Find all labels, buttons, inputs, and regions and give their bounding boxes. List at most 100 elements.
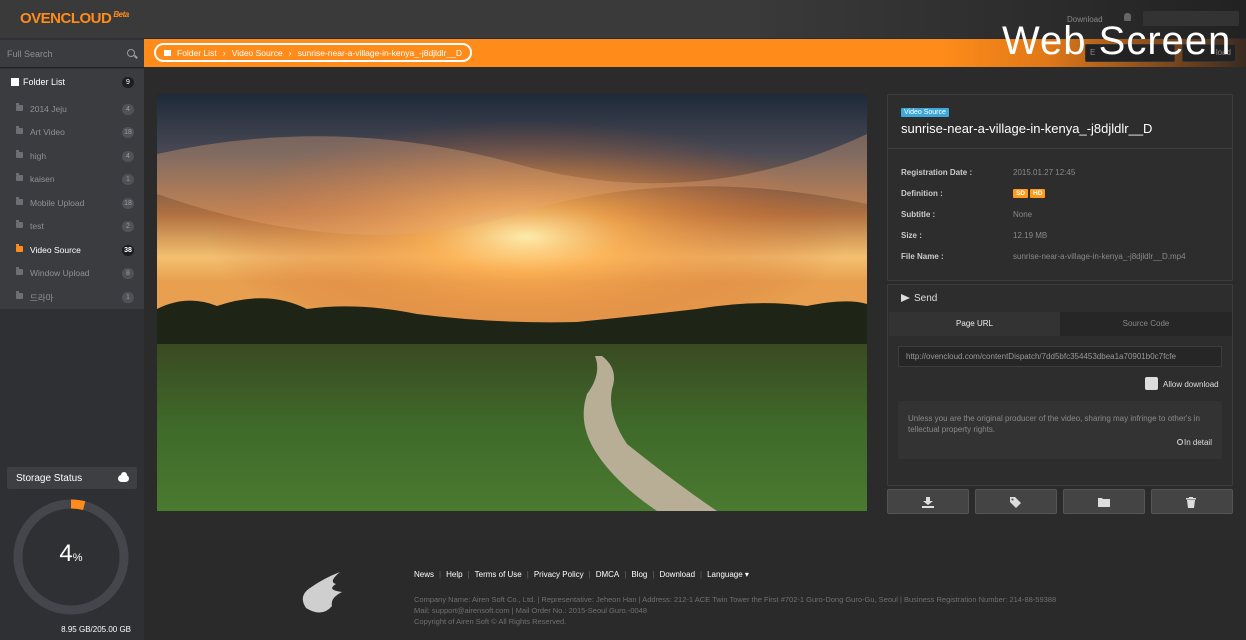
folder-icon [16, 197, 23, 205]
breadcrumb-folder-list[interactable]: Folder List [177, 48, 217, 58]
storage-title: Storage Status [16, 473, 83, 484]
app-logo[interactable]: OVENCLOUD Beta [20, 10, 129, 27]
home-icon [164, 49, 171, 56]
footer-separator: | [439, 570, 442, 579]
folder-count: 18 [122, 127, 134, 138]
folder-icon [16, 267, 23, 275]
oven-flame-logo-icon [302, 572, 342, 613]
footer-link-news[interactable]: News [414, 570, 434, 579]
meta-key-size: Size : [901, 231, 922, 240]
footer-link-dmca[interactable]: DMCA [596, 570, 620, 579]
folder-icon [16, 244, 23, 252]
footer-separator: | [652, 570, 655, 579]
folder-count: 8 [122, 268, 134, 279]
download-icon [922, 497, 934, 511]
sidebar-item-high[interactable]: high 4 [0, 144, 144, 167]
video-info-panel: Video Source sunrise-near-a-village-in-k… [887, 94, 1233, 281]
definition-sd-badge: SD [1013, 189, 1029, 198]
tab-source-code[interactable]: Source Code [1060, 312, 1232, 336]
allow-download-checkbox[interactable] [1145, 377, 1158, 390]
send-header: Send [901, 293, 937, 304]
folder-count: 1 [122, 292, 134, 303]
search-placeholder: Full Search [7, 49, 53, 59]
sidebar-item-drama[interactable]: 드라마 1 [0, 285, 144, 308]
folder-icon [16, 150, 23, 158]
breadcrumb-separator: › [288, 47, 292, 58]
sidebar-item-kaisen[interactable]: kaisen 1 [0, 167, 144, 190]
move-folder-button[interactable] [1063, 489, 1145, 514]
breadcrumb-current[interactable]: sunrise-near-a-village-in-kenya_-j8djldl… [298, 48, 462, 58]
delete-button[interactable] [1151, 489, 1233, 514]
storage-percent-unit: % [72, 552, 83, 564]
folder-label: high [30, 151, 47, 161]
cloud-upload-icon[interactable] [118, 472, 129, 482]
video-source-badge: Video Source [901, 108, 949, 117]
footer-separator: | [526, 570, 529, 579]
footer-link-terms[interactable]: Terms of Use [475, 570, 522, 579]
folder-label: 드라마 [30, 293, 54, 303]
folder-count: 2 [122, 221, 134, 232]
folder-label: test [30, 221, 44, 231]
footer-link-blog[interactable]: Blog [631, 570, 647, 579]
folder-count: 18 [122, 198, 134, 209]
storage-percent: 4% [12, 540, 130, 568]
folder-count: 1 [122, 174, 134, 185]
meta-value-size: 12.19 MB [1013, 231, 1048, 240]
copyright-notice: Unless you are the original producer of … [898, 401, 1222, 459]
folder-label: Window Upload [30, 268, 90, 278]
tag-icon [1010, 497, 1021, 511]
folder-label: Video Source [30, 245, 81, 255]
search-icon[interactable] [127, 49, 135, 57]
meta-key-file-name: File Name : [901, 252, 944, 261]
storage-percent-value: 4 [59, 540, 73, 567]
meta-key-registration-date: Registration Date : [901, 168, 973, 177]
in-detail-label: In detail [1183, 438, 1212, 447]
sidebar-item-art-video[interactable]: Art Video 18 [0, 120, 144, 143]
divider [888, 148, 1232, 149]
beta-label: Beta [113, 10, 129, 19]
folder-list-header[interactable]: Folder List 9 [0, 69, 144, 95]
footer-link-privacy[interactable]: Privacy Policy [534, 570, 584, 579]
sidebar-item-2014-jeju[interactable]: 2014 Jeju 4 [0, 97, 144, 120]
footer-separator: | [467, 570, 470, 579]
logo-text: OVENCLOUD [20, 10, 112, 27]
folder-list: 2014 Jeju 4 Art Video 18 high 4 kaisen 1 Mob… [0, 95, 144, 309]
breadcrumb-video-source[interactable]: Video Source [232, 48, 283, 58]
footer-link-help[interactable]: Help [446, 570, 462, 579]
folder-label: kaisen [30, 174, 55, 184]
sidebar-item-window-upload[interactable]: Window Upload 8 [0, 261, 144, 284]
video-thumbnail[interactable] [157, 94, 867, 511]
meta-value-definition: SD HD [1013, 188, 1047, 198]
tab-page-url[interactable]: Page URL [889, 312, 1060, 336]
folder-icon [16, 291, 23, 299]
meta-value-file-name: sunrise-near-a-village-in-kenya_-j8djldl… [1013, 252, 1186, 261]
video-title: sunrise-near-a-village-in-kenya_-j8djldl… [901, 121, 1153, 136]
sidebar-item-mobile-upload[interactable]: Mobile Upload 18 [0, 191, 144, 214]
language-dropdown[interactable]: Language ▾ [707, 570, 749, 579]
trash-icon [1186, 497, 1196, 511]
footer-company-info: Company Name: Airen Soft Co., Ltd. | Rep… [414, 595, 1057, 604]
folder-icon [16, 126, 23, 134]
share-url-field[interactable]: http://ovencloud.com/contentDispatch/7dd… [898, 346, 1222, 367]
definition-hd-badge: HD [1030, 189, 1046, 198]
breadcrumb: Folder List › Video Source › sunrise-nea… [154, 43, 472, 62]
storage-amount: 8.95 GB/205.00 GB [61, 625, 131, 634]
footer-link-download[interactable]: Download [659, 570, 695, 579]
sidebar-item-video-source[interactable]: Video Source 38 [0, 238, 144, 261]
footer-separator: | [624, 570, 627, 579]
magnifier-icon [1176, 439, 1183, 445]
sidebar-item-test[interactable]: test 2 [0, 214, 144, 237]
tag-button[interactable] [975, 489, 1057, 514]
search-input[interactable]: Full Search [0, 40, 144, 68]
allow-download-label[interactable]: Allow download [1163, 380, 1219, 389]
notice-text: Unless you are the original producer of … [908, 414, 1200, 434]
folder-label: Art Video [30, 127, 65, 137]
send-title: Send [914, 293, 938, 304]
paper-plane-icon [901, 294, 910, 302]
folder-count: 4 [122, 151, 134, 162]
video-grass [157, 344, 867, 511]
download-button[interactable] [887, 489, 969, 514]
folder-label: Mobile Upload [30, 198, 85, 208]
in-detail-link[interactable]: In detail [1176, 438, 1212, 447]
folder-count: 38 [122, 245, 134, 256]
